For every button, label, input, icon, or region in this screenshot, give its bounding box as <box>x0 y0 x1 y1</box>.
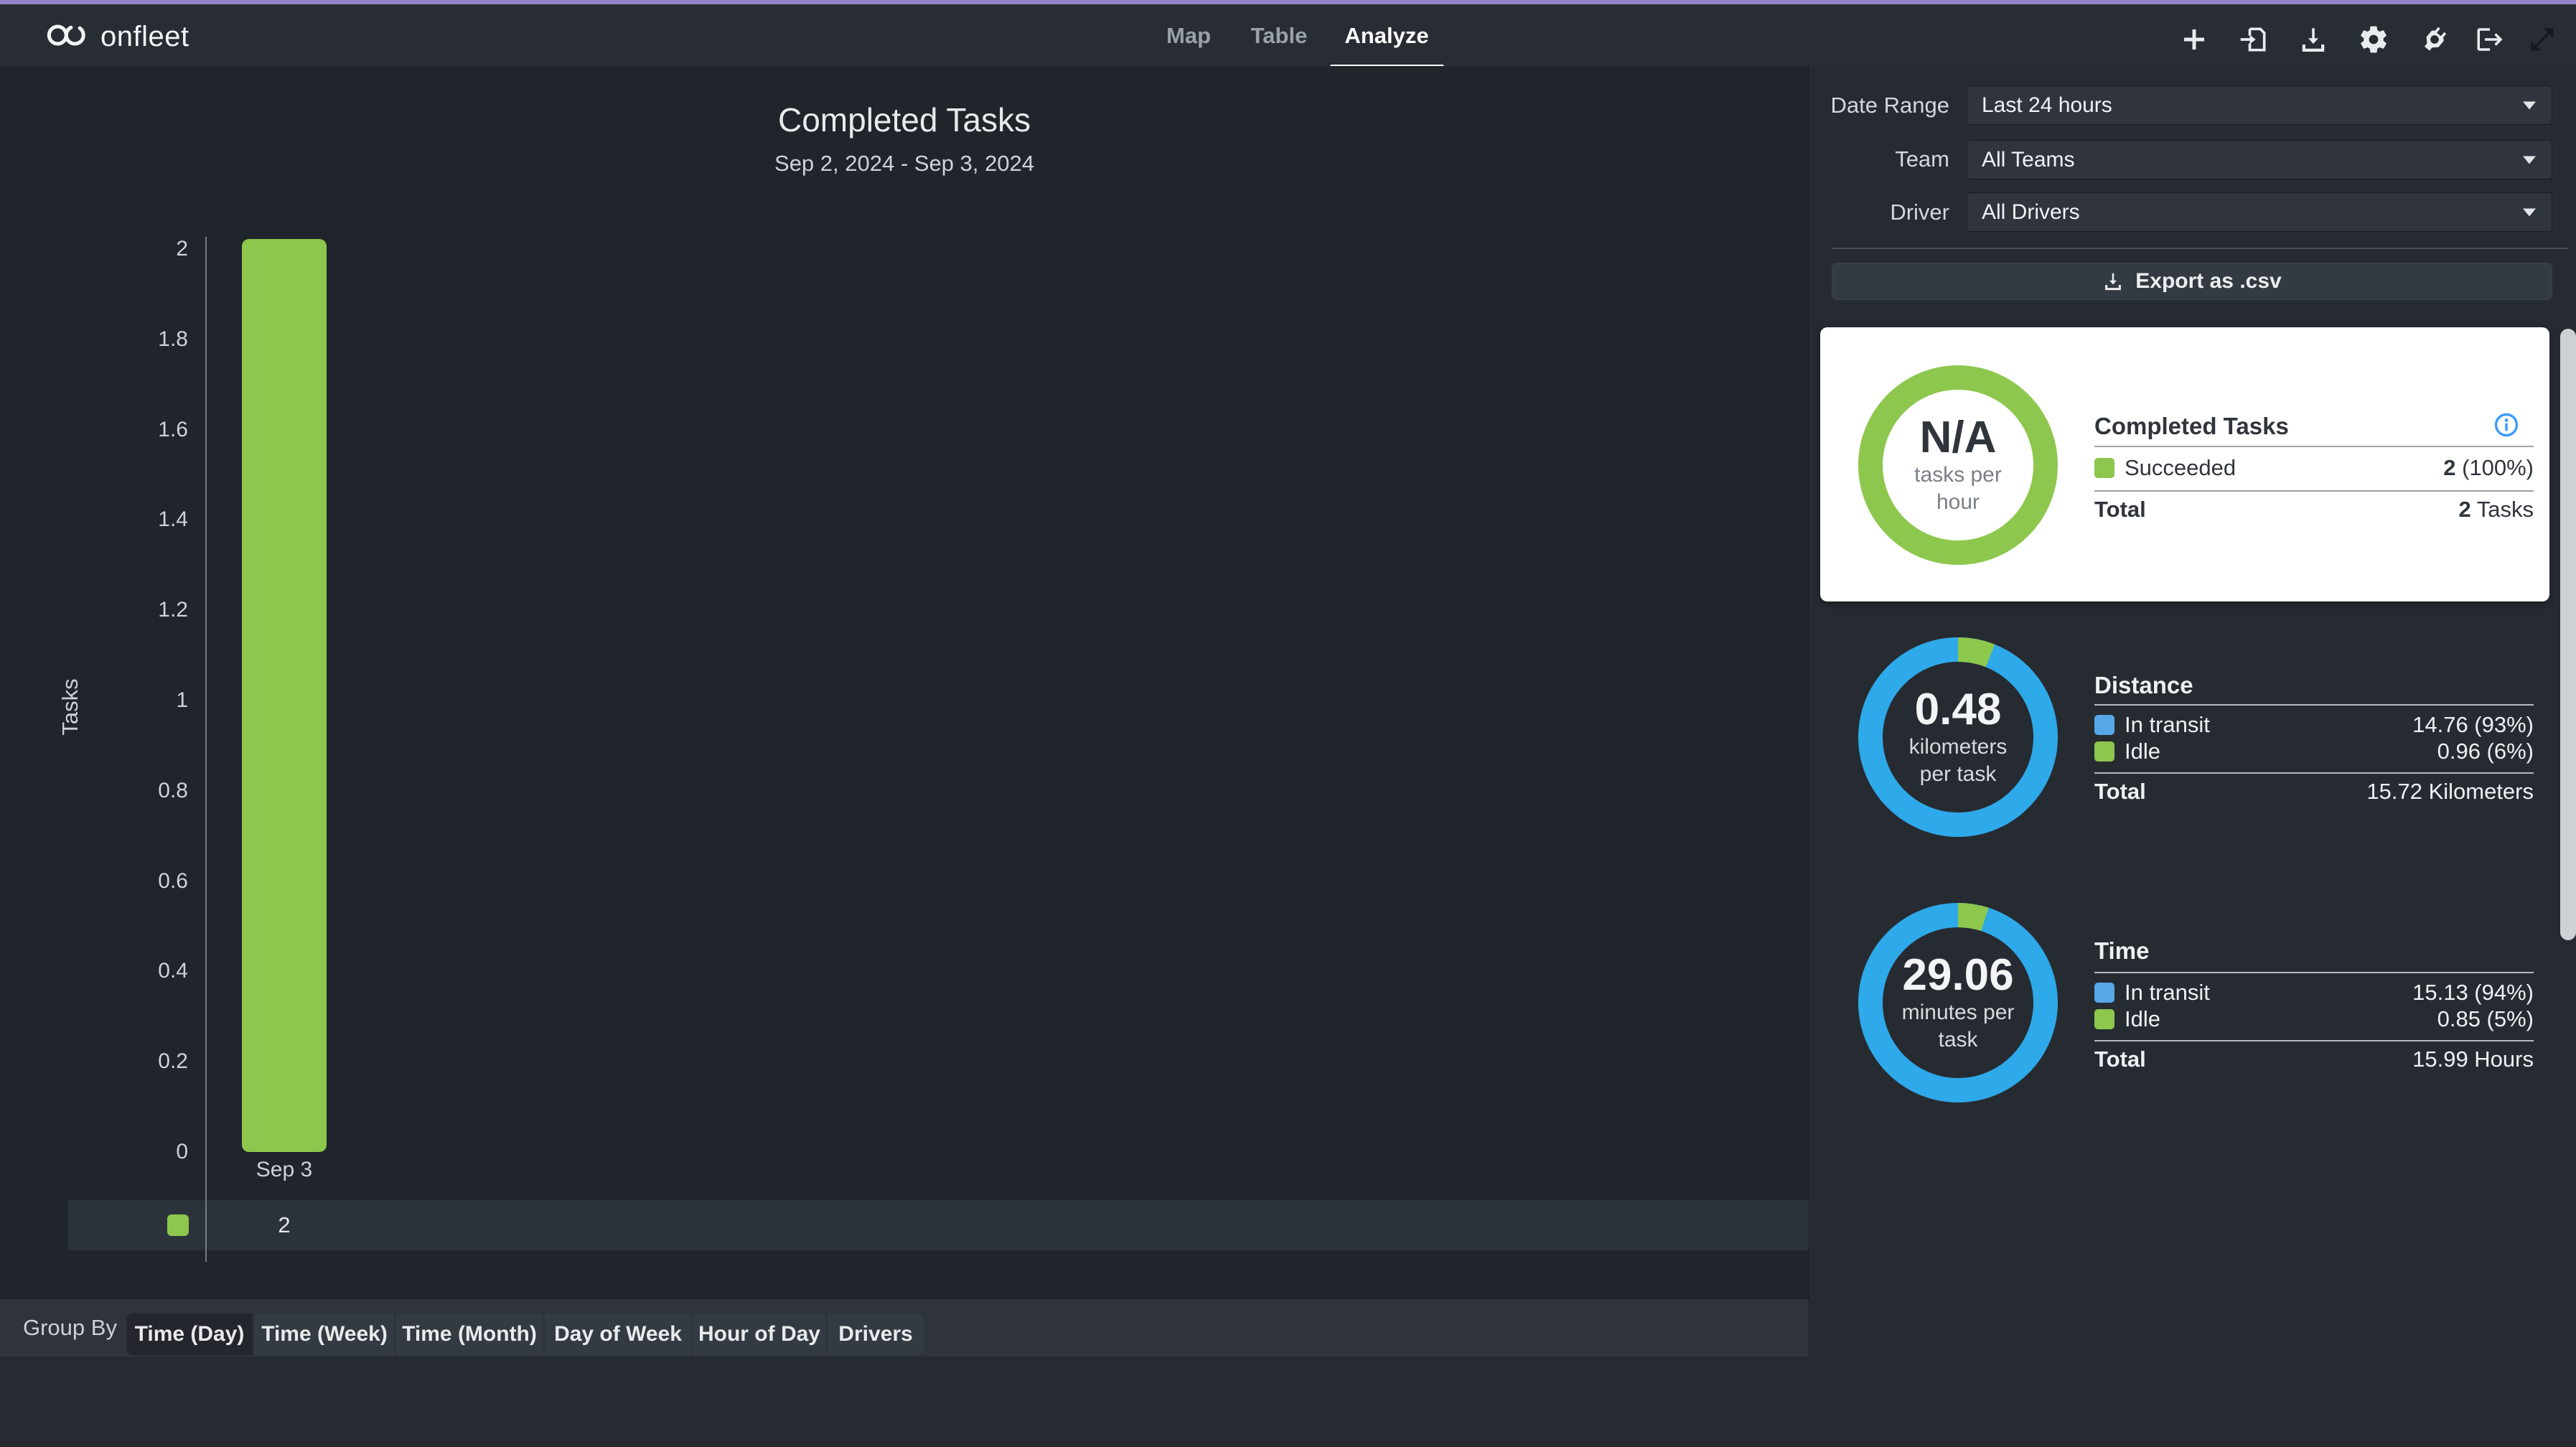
driver-value: All Drivers <box>1982 200 2080 225</box>
y-axis-tick: 0.8 <box>79 779 188 803</box>
legend-value: 2 <box>278 1212 290 1238</box>
team-label: Team <box>1758 146 1949 172</box>
sign-out-icon[interactable] <box>2473 23 2506 56</box>
group-by-segmented-control: Time (Day) Time (Week) Time (Month) Day … <box>126 1313 924 1355</box>
sidebar-divider <box>1832 248 2568 249</box>
tab-analyze[interactable]: Analyze <box>1344 23 1428 49</box>
row-value-idle: 0.85 (5%) <box>2094 1006 2534 1032</box>
logo-wordmark: onfleet <box>100 21 189 53</box>
top-navigation-bar: onfleet Map Table Analyze <box>0 4 2576 66</box>
driver-label: Driver <box>1758 200 1949 225</box>
expand-icon[interactable] <box>2526 23 2559 56</box>
y-axis-tick: 0.6 <box>79 869 188 894</box>
group-by-hour-of-day[interactable]: Hour of Day <box>693 1313 825 1355</box>
card-title-distance: Distance <box>2094 672 2193 699</box>
row-value-succeeded: 2 (100%) <box>2094 455 2534 481</box>
date-range-value: Last 24 hours <box>1982 93 2112 118</box>
export-csv-label: Export as .csv <box>2135 269 2281 294</box>
team-select[interactable]: All Teams <box>1967 140 2552 179</box>
y-axis-tick: 0.2 <box>79 1049 188 1074</box>
group-by-time-week[interactable]: Time (Week) <box>255 1313 394 1355</box>
chevron-down-icon <box>2523 101 2536 109</box>
group-by-day-of-week[interactable]: Day of Week <box>545 1313 691 1355</box>
row-value-in-transit: 14.76 (93%) <box>2094 712 2534 738</box>
team-value: All Teams <box>1982 148 2075 172</box>
chart-legend-row <box>68 1200 1809 1250</box>
y-axis-line <box>205 237 207 1262</box>
row-value-in-transit: 15.13 (94%) <box>2094 980 2534 1006</box>
metric-unit: minutes per <box>1902 999 2015 1026</box>
metric-km-per-task: 0.48 <box>1915 686 2002 734</box>
download-icon <box>2102 271 2124 292</box>
chevron-down-icon <box>2523 208 2536 216</box>
y-axis-label: Tasks <box>57 678 83 735</box>
onfleet-logo: onfleet <box>45 19 189 55</box>
y-axis-tick: 1.8 <box>79 327 188 352</box>
driver-select[interactable]: All Drivers <box>1967 192 2552 232</box>
chart-subtitle: Sep 2, 2024 - Sep 3, 2024 <box>0 151 1809 177</box>
total-value: 2 Tasks <box>2094 497 2534 523</box>
y-axis-tick: 0.4 <box>79 959 188 983</box>
card-title-time: Time <box>2094 937 2149 965</box>
y-axis-tick: 1.2 <box>79 598 188 622</box>
total-value: 15.72 Kilometers <box>2094 779 2534 805</box>
x-axis-tick: Sep 3 <box>256 1158 312 1182</box>
settings-icon[interactable] <box>2357 23 2390 56</box>
tab-table[interactable]: Table <box>1251 23 1308 49</box>
date-range-select[interactable]: Last 24 hours <box>1967 85 2552 125</box>
chevron-down-icon <box>2523 156 2536 164</box>
card-title: Completed Tasks <box>2094 413 2289 440</box>
tab-map[interactable]: Map <box>1166 23 1211 49</box>
metric-unit: kilometers <box>1909 734 2008 761</box>
group-by-drivers[interactable]: Drivers <box>828 1313 924 1355</box>
group-by-time-month[interactable]: Time (Month) <box>396 1313 543 1355</box>
y-axis-tick: 0 <box>79 1140 188 1164</box>
y-axis-tick: 2 <box>79 237 188 261</box>
panel-divider <box>1808 66 1809 1357</box>
row-value-idle: 0.96 (6%) <box>2094 739 2534 764</box>
total-value: 15.99 Hours <box>2094 1046 2534 1072</box>
download-icon[interactable] <box>2297 23 2330 56</box>
import-tasks-icon[interactable] <box>2237 23 2270 56</box>
metric-unit: per task <box>1920 761 1997 788</box>
legend-swatch-succeeded <box>167 1214 189 1236</box>
date-range-label: Date Range <box>1758 93 1949 118</box>
info-icon[interactable] <box>2493 412 2519 438</box>
analyze-page: onfleet Map Table Analyze <box>0 0 2576 1447</box>
y-axis-tick: 1.6 <box>79 418 188 442</box>
y-axis-tick: 1 <box>79 688 188 713</box>
group-by-label: Group By <box>23 1315 117 1341</box>
bar-sep3-succeeded[interactable] <box>242 239 327 1152</box>
integrations-icon[interactable] <box>2418 23 2451 56</box>
infinity-logo-icon <box>45 19 89 55</box>
metric-min-per-task: 29.06 <box>1902 952 2013 999</box>
metric-unit: task <box>1938 1026 1977 1054</box>
chart-title: Completed Tasks <box>0 100 1809 139</box>
scrollbar-thumb[interactable] <box>2560 329 2576 940</box>
metric-unit: hour <box>1936 489 1980 516</box>
export-csv-button[interactable]: Export as .csv <box>1832 263 2552 300</box>
y-axis-tick: 1.4 <box>79 507 188 532</box>
group-by-time-day[interactable]: Time (Day) <box>126 1313 253 1355</box>
metric-tasks-per-hour: N/A <box>1920 414 1997 462</box>
card-completed-tasks[interactable]: N/A tasks per hour Completed Tasks Succe… <box>1820 327 2549 601</box>
metric-unit: tasks per <box>1914 462 2002 489</box>
add-icon[interactable] <box>2178 23 2211 56</box>
